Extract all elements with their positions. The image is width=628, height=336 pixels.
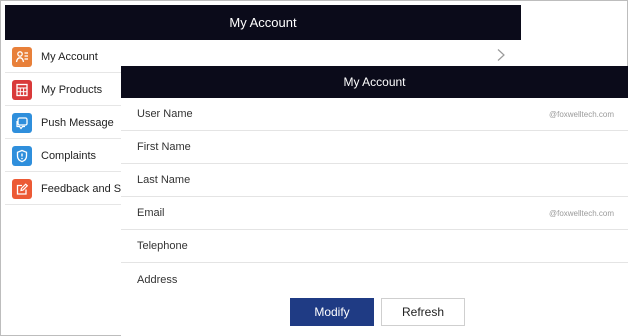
sidebar-item-label: Push Message [41, 116, 114, 129]
field-row-last-name[interactable]: Last Name [121, 164, 628, 197]
panel-header: My Account [121, 66, 628, 98]
field-label: Last Name [137, 174, 191, 186]
sidebar: My Account My Products Push Message Comp… [5, 41, 121, 206]
field-row-email[interactable]: Email @foxwelltech.com [121, 197, 628, 230]
field-row-telephone[interactable]: Telephone [121, 230, 628, 263]
modify-button[interactable]: Modify [290, 298, 374, 326]
sidebar-item-my-products[interactable]: My Products [5, 74, 121, 106]
field-row-address[interactable]: Address [121, 263, 628, 296]
field-label: Email [137, 207, 165, 219]
sidebar-item-label: Complaints [41, 149, 97, 162]
field-label: User Name [137, 108, 193, 120]
edit-icon [12, 178, 32, 199]
topbar-right-space [521, 5, 623, 40]
shield-icon [12, 145, 32, 166]
chevron-right-icon[interactable] [493, 47, 509, 63]
calculator-icon [12, 79, 32, 100]
panel-title: My Account [343, 75, 406, 89]
sidebar-item-label: Feedback and S [41, 182, 121, 195]
field-label: Address [137, 273, 178, 286]
top-title: My Account [229, 15, 297, 30]
field-value: @foxwelltech.com [548, 109, 614, 119]
sidebar-item-push-message[interactable]: Push Message [5, 107, 121, 139]
field-label: First Name [137, 141, 191, 153]
sidebar-item-my-account[interactable]: My Account [5, 41, 121, 73]
field-label: Telephone [137, 240, 188, 252]
field-value: @foxwelltech.com [548, 208, 614, 218]
refresh-button[interactable]: Refresh [381, 298, 465, 326]
sidebar-item-feedback[interactable]: Feedback and S [5, 173, 121, 205]
field-row-first-name[interactable]: First Name [121, 131, 628, 164]
account-panel: My Account User Name @foxwelltech.com Fi… [121, 66, 628, 336]
chat-icon [12, 112, 32, 133]
sidebar-item-label: My Account [41, 50, 98, 63]
user-list-icon [12, 46, 32, 67]
sidebar-item-complaints[interactable]: Complaints [5, 140, 121, 172]
sidebar-item-label: My Products [41, 83, 103, 96]
top-title-bar: My Account [5, 5, 521, 40]
field-row-user-name[interactable]: User Name @foxwelltech.com [121, 98, 628, 131]
